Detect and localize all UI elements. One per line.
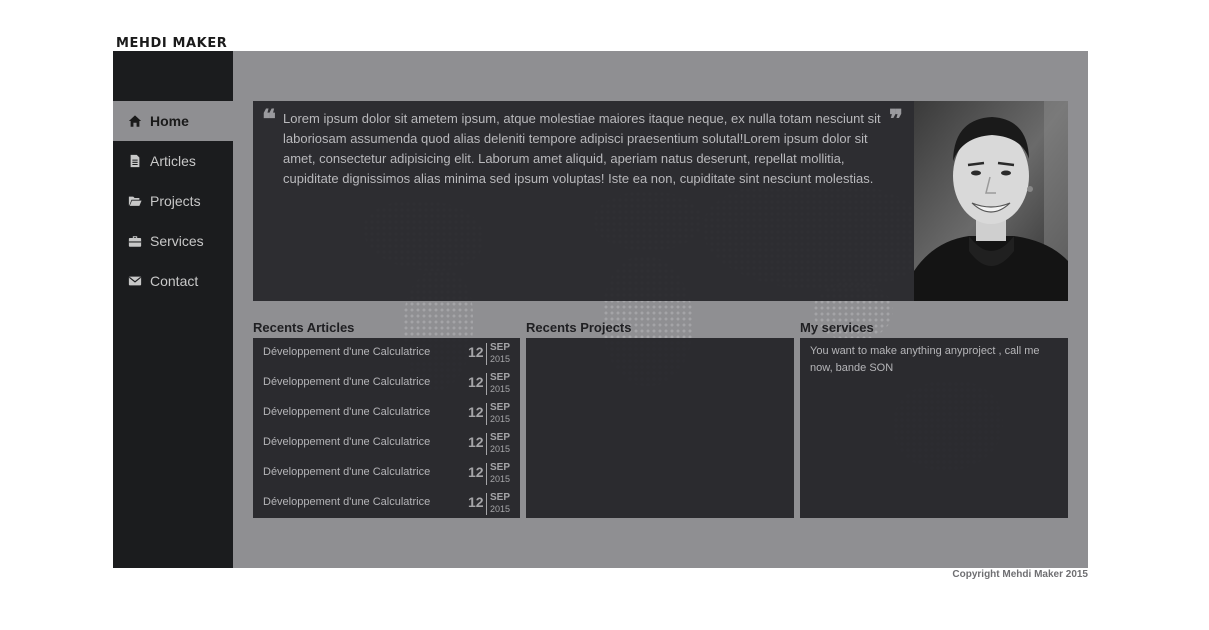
quote-card: ❝ Lorem ipsum dolor sit ametem ipsum, at…	[253, 101, 914, 301]
article-item[interactable]: Développement d'une Calculatrice 12 SEP …	[253, 488, 520, 518]
copyright-text: Copyright Mehdi Maker 2015	[952, 569, 1088, 580]
my-services-title: My services	[800, 320, 874, 335]
recent-projects-panel	[526, 338, 794, 518]
nav-label-contact: Contact	[150, 273, 199, 289]
date-divider	[486, 493, 487, 515]
article-month: SEP	[490, 342, 511, 353]
profile-photo	[914, 101, 1068, 301]
article-year: 2015	[490, 384, 511, 394]
article-month: SEP	[490, 372, 511, 383]
nav-label-articles: Articles	[150, 153, 196, 169]
date-divider	[486, 343, 487, 365]
nav-item-projects[interactable]: Projects	[113, 181, 233, 221]
document-icon	[128, 154, 142, 168]
article-day: 12	[468, 404, 484, 420]
nav-item-services[interactable]: Services	[113, 221, 233, 261]
briefcase-icon	[128, 234, 142, 248]
article-year: 2015	[490, 444, 511, 454]
article-year: 2015	[490, 474, 511, 484]
sidebar: Home Articles Projects Services Contact	[113, 51, 233, 568]
quote-text: Lorem ipsum dolor sit ametem ipsum, atqu…	[283, 111, 881, 186]
site-logo-title[interactable]: MEHDI MAKER	[116, 36, 227, 51]
article-item[interactable]: Développement d'une Calculatrice 12 SEP …	[253, 458, 520, 488]
article-title: Développement d'une Calculatrice	[263, 436, 431, 448]
article-month: SEP	[490, 432, 511, 443]
home-icon	[128, 114, 142, 128]
article-item[interactable]: Développement d'une Calculatrice 12 SEP …	[253, 428, 520, 458]
article-title: Développement d'une Calculatrice	[263, 376, 431, 388]
article-title: Développement d'une Calculatrice	[263, 406, 431, 418]
article-month: SEP	[490, 492, 511, 503]
article-day: 12	[468, 494, 484, 510]
services-text: You want to make anything anyproject , c…	[810, 345, 1040, 374]
article-month: SEP	[490, 402, 511, 413]
quote-open-icon: ❝	[262, 105, 276, 135]
article-title: Développement d'une Calculatrice	[263, 346, 431, 358]
nav-label-services: Services	[150, 233, 204, 249]
nav-item-home[interactable]: Home	[113, 101, 233, 141]
main-frame: Home Articles Projects Services Contact	[113, 51, 1088, 568]
date-divider	[486, 403, 487, 425]
date-divider	[486, 463, 487, 485]
date-divider	[486, 433, 487, 455]
article-month: SEP	[490, 462, 511, 473]
article-year: 2015	[490, 354, 511, 364]
folder-open-icon	[128, 194, 142, 208]
nav-item-articles[interactable]: Articles	[113, 141, 233, 181]
envelope-icon	[128, 274, 142, 288]
nav-label-projects: Projects	[150, 193, 201, 209]
my-services-panel: You want to make anything anyproject , c…	[800, 338, 1068, 518]
article-title: Développement d'une Calculatrice	[263, 466, 431, 478]
article-item[interactable]: Développement d'une Calculatrice 12 SEP …	[253, 338, 520, 368]
quote-close-icon: ❞	[889, 105, 903, 135]
article-day: 12	[468, 374, 484, 390]
article-title: Développement d'une Calculatrice	[263, 496, 431, 508]
article-item[interactable]: Développement d'une Calculatrice 12 SEP …	[253, 398, 520, 428]
date-divider	[486, 373, 487, 395]
recent-articles-panel: Développement d'une Calculatrice 12 SEP …	[253, 338, 520, 518]
article-item[interactable]: Développement d'une Calculatrice 12 SEP …	[253, 368, 520, 398]
article-day: 12	[468, 434, 484, 450]
nav-label-home: Home	[150, 113, 189, 129]
article-year: 2015	[490, 504, 511, 514]
nav-item-contact[interactable]: Contact	[113, 261, 233, 301]
article-day: 12	[468, 344, 484, 360]
article-day: 12	[468, 464, 484, 480]
article-year: 2015	[490, 414, 511, 424]
recent-projects-title: Recents Projects	[526, 320, 632, 335]
recent-articles-title: Recents Articles	[253, 320, 355, 335]
